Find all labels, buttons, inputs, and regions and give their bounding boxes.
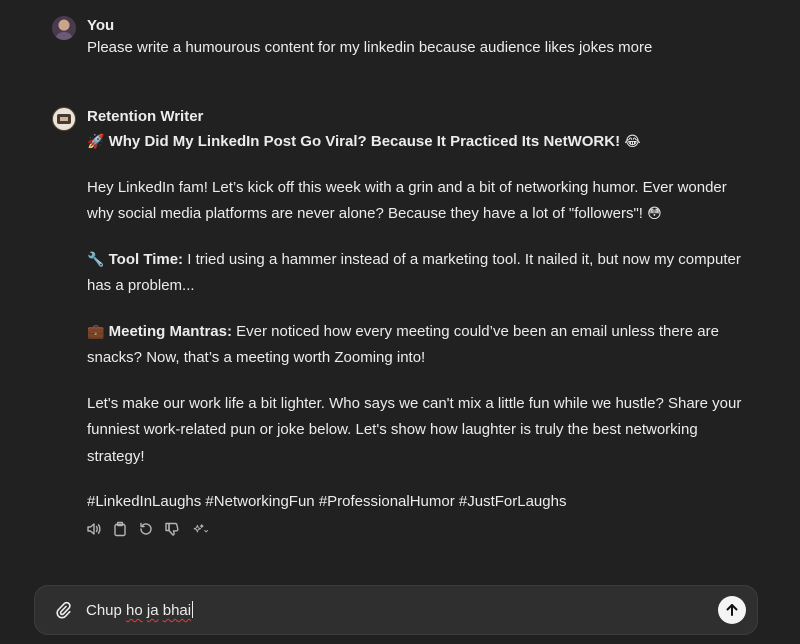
wrench-icon: 🔧 [87, 251, 105, 268]
tool-time-label: Tool Time: [108, 250, 184, 268]
assistant-avatar [52, 107, 76, 131]
user-message: You Please write a humourous content for… [52, 16, 752, 64]
message-composer[interactable]: Chup ho ja bhai [34, 585, 758, 635]
paperclip-icon[interactable] [53, 600, 73, 620]
reply-closing: Let's make our work life a bit lighter. … [87, 394, 742, 465]
rocket-icon: 🚀 [87, 134, 105, 150]
reply-headline: 🚀 Why Did My LinkedIn Post Go Viral? Bec… [87, 129, 747, 156]
copy-icon[interactable] [112, 521, 128, 537]
reply-tool-time: 🔧 Tool Time: I tried using a hammer inst… [87, 247, 747, 300]
reply-meeting-mantras: 💼 Meeting Mantras: Ever noticed how ever… [87, 319, 747, 372]
flushed-emoji-icon: 😳 [647, 206, 662, 222]
reply-hashtags: #LinkedInLaughs #NetworkingFun #Professi… [87, 493, 567, 510]
user-avatar [52, 16, 76, 40]
sparkle-icon[interactable] [190, 521, 212, 537]
read-aloud-icon[interactable] [86, 521, 102, 537]
user-message-text: Please write a humourous content for my … [87, 39, 653, 56]
laughing-emoji-icon: 😂 [624, 134, 641, 150]
composer-word-misspelled: bhai [162, 602, 192, 619]
composer-word-misspelled: ja [146, 602, 159, 619]
assistant-sender-name: Retention Writer [87, 108, 204, 125]
regenerate-icon[interactable] [138, 521, 154, 537]
arrow-up-icon [726, 604, 738, 616]
composer-word-misspelled: ho [126, 602, 143, 619]
assistant-reply: 🚀 Why Did My LinkedIn Post Go Viral? Bec… [87, 129, 747, 516]
reply-intro-text: Hey LinkedIn fam! Let’s kick off this we… [87, 178, 727, 223]
message-actions [86, 520, 212, 538]
meeting-mantras-label: Meeting Mantras: [108, 322, 232, 340]
thumbs-down-icon[interactable] [164, 521, 180, 537]
reply-intro: Hey LinkedIn fam! Let’s kick off this we… [87, 175, 747, 228]
composer-input[interactable]: Chup ho ja bhai [86, 601, 193, 621]
reply-headline-text: Why Did My LinkedIn Post Go Viral? Becau… [108, 133, 621, 150]
briefcase-icon: 💼 [87, 323, 105, 340]
user-sender-name: You [87, 17, 115, 34]
send-button[interactable] [718, 596, 746, 624]
assistant-message: Retention Writer 🚀 Why Did My LinkedIn P… [52, 107, 752, 517]
composer-word: Chup [86, 602, 122, 619]
tool-time-text: I tried using a hammer instead of a mark… [87, 250, 741, 295]
